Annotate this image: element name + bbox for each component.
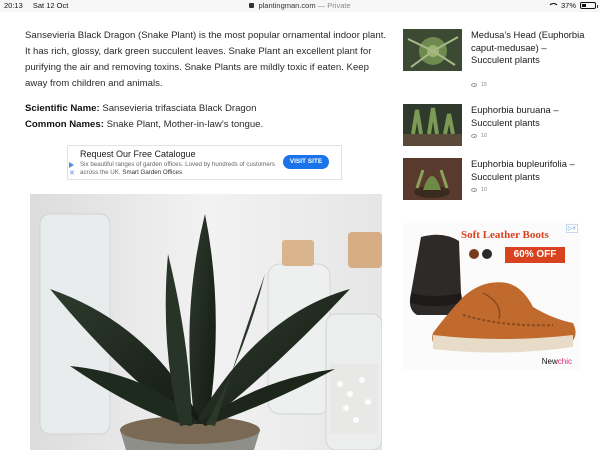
battery-icon: [580, 2, 598, 9]
adchoices-icon[interactable]: ✕: [69, 162, 77, 180]
views-count: 10: [481, 187, 488, 193]
boot-image: [409, 234, 576, 353]
post-title[interactable]: Medusa’s Head (Euphorbia caput-medusae) …: [471, 29, 589, 67]
sidebar-post-2[interactable]: Euphorbia buruana – Succulent plants 10: [403, 104, 589, 146]
status-right: 37%: [547, 1, 598, 10]
common-names-row: Common Names: Snake Plant, Mother-in-law…: [25, 117, 263, 133]
post-views: 10: [471, 133, 487, 139]
battery-fill: [582, 4, 587, 7]
scientific-name-row: Scientific Name: Sansevieria trifasciata…: [25, 101, 263, 117]
views-count: 15: [481, 82, 488, 88]
common-names-value: Snake Plant, Mother-in-law’s tongue.: [103, 119, 264, 130]
brand-name-b: chic: [557, 357, 572, 366]
visit-site-button[interactable]: VISIT SITE: [283, 155, 329, 169]
url-bar[interactable]: plantingman.com — Private: [0, 1, 600, 10]
post-thumbnail[interactable]: [403, 104, 462, 146]
post-thumbnail[interactable]: [403, 158, 462, 200]
domain-text: plantingman.com: [258, 1, 316, 10]
plant-meta: Scientific Name: Sansevieria trifasciata…: [25, 101, 263, 133]
eye-icon: [471, 134, 477, 138]
lock-icon: [249, 3, 255, 8]
swatch-brown: [469, 249, 479, 259]
ad-title[interactable]: Request Our Free Catalogue: [80, 149, 196, 159]
sidebar-post-1[interactable]: Medusa’s Head (Euphorbia caput-medusae) …: [403, 29, 588, 91]
post-thumbnail[interactable]: [403, 29, 462, 71]
swatch-black: [482, 249, 492, 259]
boots-ad[interactable]: ▷× Soft Leather Boots 60% OFF Newchic: [403, 223, 580, 370]
wifi-icon: [547, 2, 559, 9]
discount-badge: 60% OFF: [505, 247, 565, 263]
views-count: 10: [481, 133, 488, 139]
sidebar-post-3[interactable]: Euphorbia bupleurifolia – Succulent plan…: [403, 158, 589, 200]
scientific-name-label: Scientific Name:: [25, 103, 100, 114]
post-title[interactable]: Euphorbia buruana – Succulent plants: [471, 104, 589, 129]
color-swatches: [469, 249, 492, 259]
eye-icon: [471, 83, 477, 87]
common-names-label: Common Names:: [25, 119, 104, 130]
battery-percent: 37%: [560, 1, 576, 10]
ad-description: Six beautiful ranges of garden offices. …: [80, 161, 280, 177]
catalogue-ad[interactable]: ✕ Request Our Free Catalogue Six beautif…: [67, 145, 342, 180]
brand-name-a: New: [541, 357, 558, 366]
plant-photo: [30, 194, 382, 450]
ad-headline[interactable]: Soft Leather Boots: [461, 229, 549, 241]
scientific-name-value: Sansevieria trifasciata Black Dragon: [99, 103, 257, 114]
eye-icon: [471, 188, 477, 192]
post-title[interactable]: Euphorbia bupleurifolia – Succulent plan…: [471, 158, 589, 183]
article-paragraph: Sansevieria Black Dragon (Snake Plant) i…: [25, 30, 387, 89]
post-views: 10: [471, 187, 487, 193]
brand-logo: Newchic: [542, 357, 572, 366]
status-bar: 20:13 Sat 12 Oct plantingman.com — Priva…: [0, 0, 600, 12]
private-label: — Private: [317, 1, 351, 10]
post-views: 15: [471, 82, 487, 88]
ad-advertiser: Smart Garden Offices: [122, 169, 183, 176]
